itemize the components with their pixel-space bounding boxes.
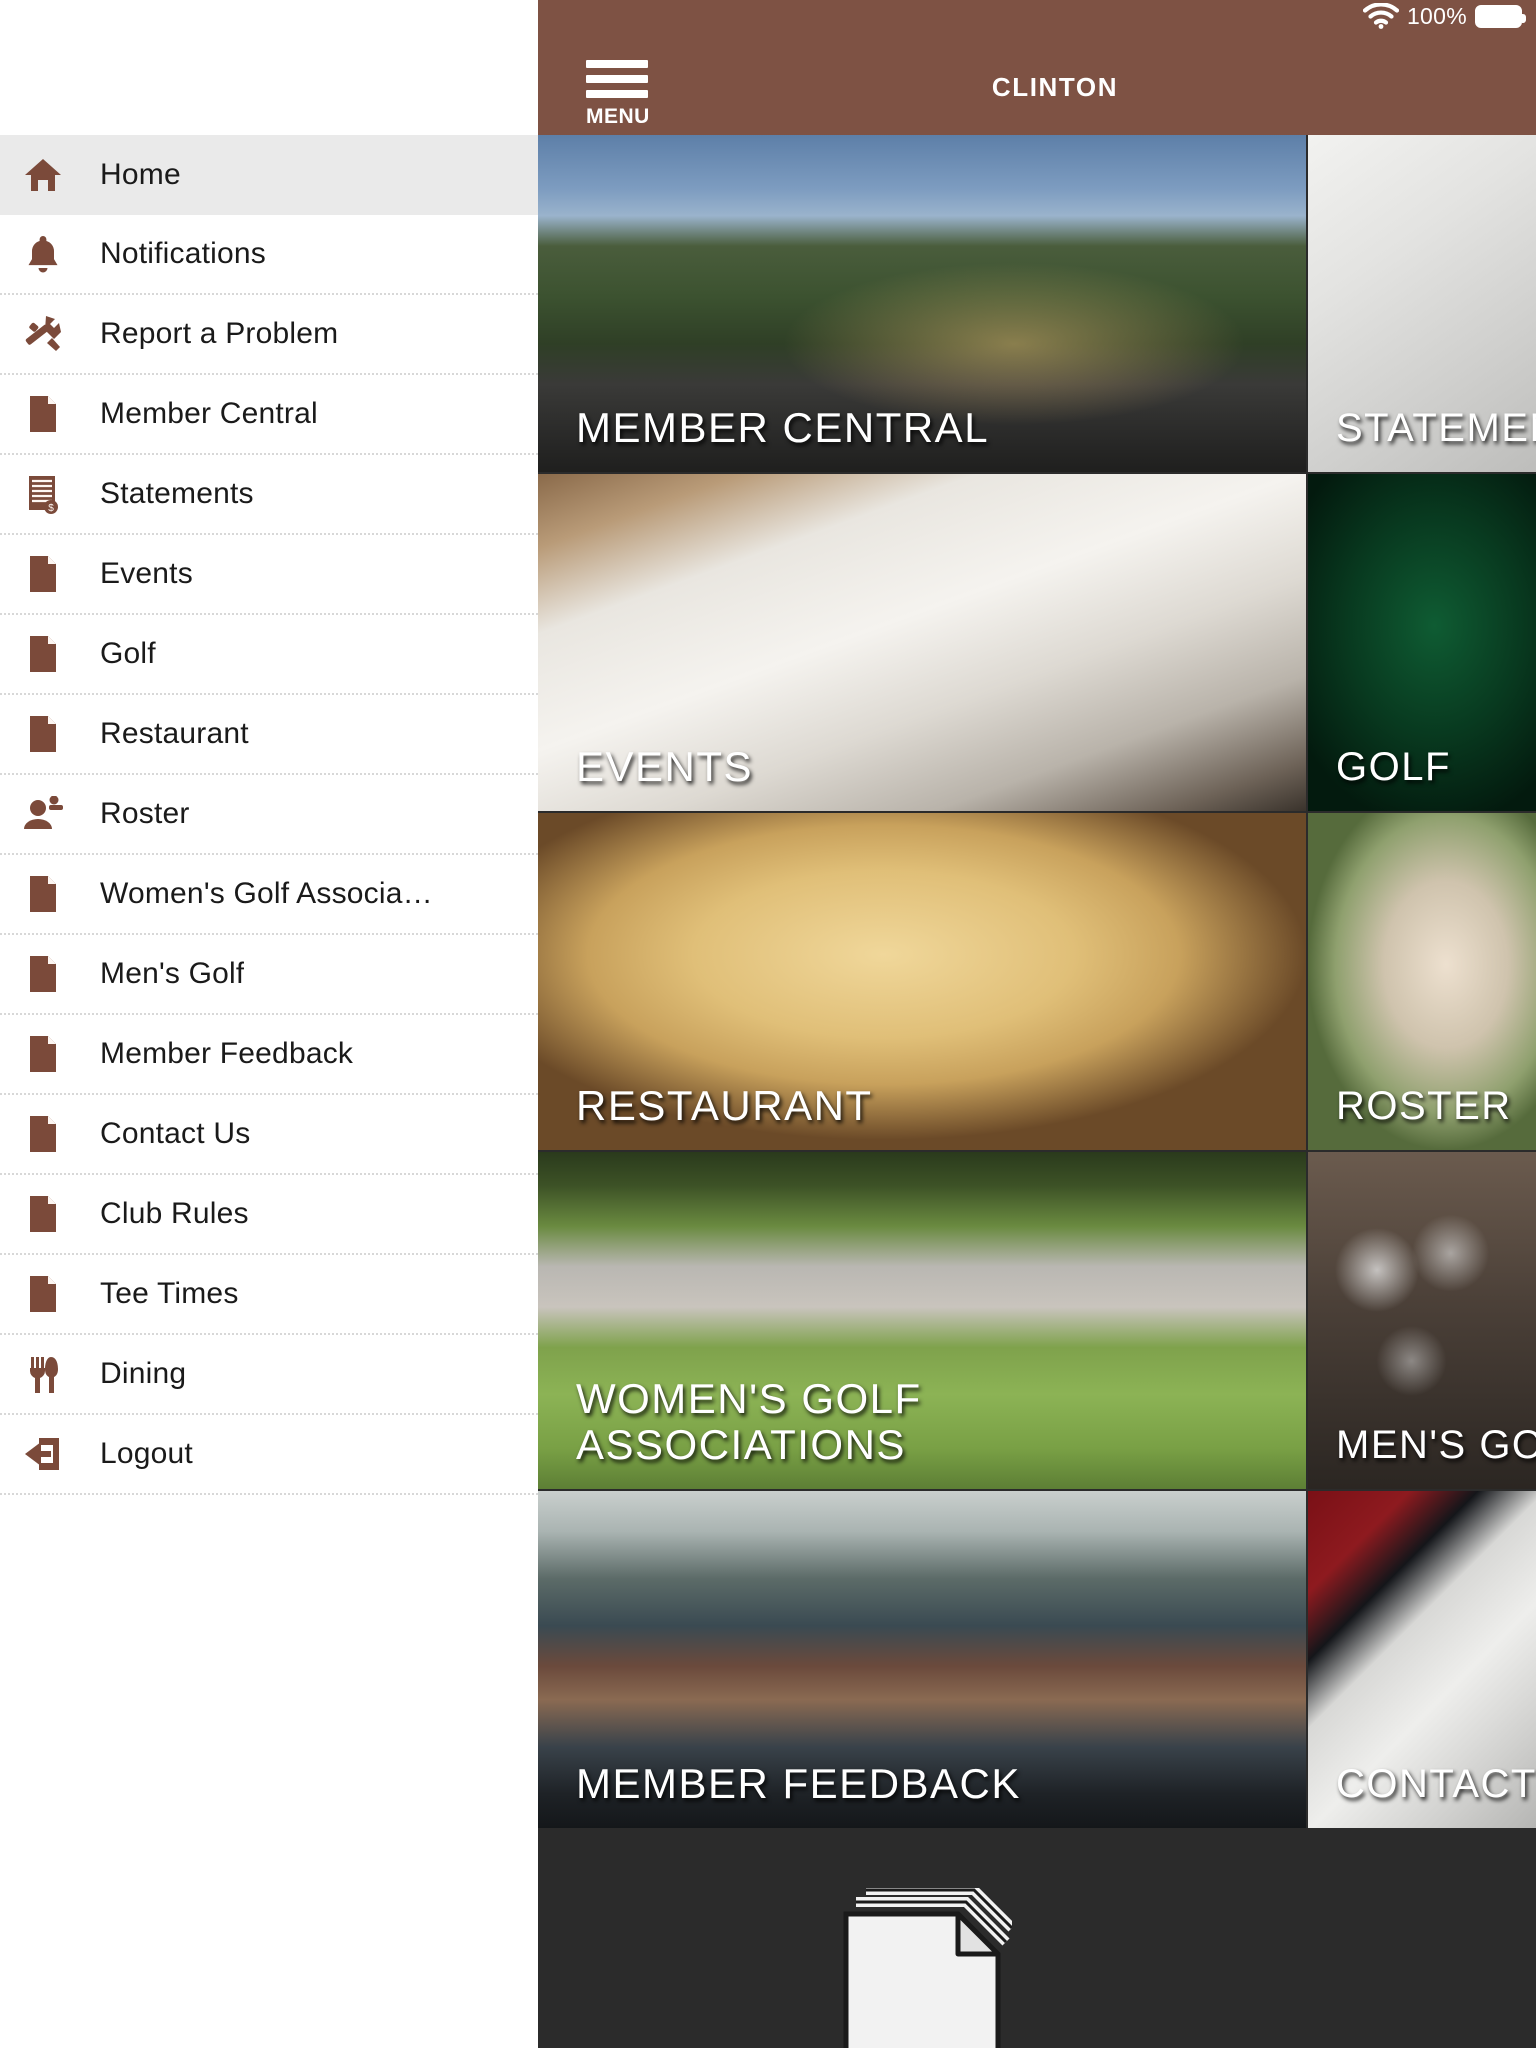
tile-label: MEMBER CENTRAL	[576, 403, 990, 451]
sidebar-item-home[interactable]: Home	[0, 135, 538, 215]
document-icon	[14, 1034, 72, 1074]
tile-contact-us[interactable]: CONTACT US	[1308, 1491, 1536, 1828]
tile-grid: MEMBER CENTRAL STATEMENTS EVENTS GOLF RE…	[538, 135, 1536, 1828]
sidebar-item-label: Restaurant	[100, 717, 249, 750]
sidebar-item-member-feedback[interactable]: Member Feedback	[0, 1015, 538, 1095]
menu-button-label: MENU	[586, 105, 650, 128]
sidebar-item-label: Golf	[100, 637, 156, 670]
sidebar-item-roster[interactable]: Roster	[0, 775, 538, 855]
sidebar-item-label: Men's Golf	[100, 957, 245, 990]
logout-icon	[14, 1436, 72, 1472]
sidebar-item-notifications[interactable]: Notifications	[0, 215, 538, 295]
sidebar-item-label: Women's Golf Associa…	[100, 877, 433, 910]
tile-label: ROSTER	[1336, 1083, 1512, 1128]
tile-statements[interactable]: STATEMENTS	[1308, 135, 1536, 472]
page-title: CLINTON	[991, 72, 1119, 102]
sidebar-item-label: Statements	[100, 477, 254, 510]
home-icon	[14, 156, 72, 194]
document-icon	[14, 1274, 72, 1314]
documents-stack-icon	[832, 1888, 1012, 2048]
sidebar-item-logout[interactable]: Logout	[0, 1415, 538, 1495]
tile-placeholder-left	[538, 1828, 1306, 2048]
app-root: 100% MENU CLINTON MEMBER CENTRAL STATEME…	[0, 0, 1536, 2048]
document-icon	[14, 554, 72, 594]
sidebar-item-label: Notifications	[100, 237, 267, 270]
sidebar-item-label: Logout	[100, 1437, 193, 1470]
sidebar-item-events[interactable]: Events	[0, 535, 538, 615]
tile-events[interactable]: EVENTS	[538, 474, 1306, 811]
app-header-bar: MENU CLINTON	[538, 32, 1536, 135]
sidebar-item-mens-golf[interactable]: Men's Golf	[0, 935, 538, 1015]
tile-label: GOLF	[1336, 744, 1451, 789]
tile-golf[interactable]: GOLF	[1308, 474, 1536, 811]
tools-icon	[14, 314, 72, 354]
sidebar-item-label: Member Central	[100, 397, 318, 430]
sidebar-item-club-rules[interactable]: Club Rules	[0, 1175, 538, 1255]
tile-womens-golf-associations[interactable]: WOMEN'S GOLF ASSOCIATIONS	[538, 1152, 1306, 1489]
sidebar-item-statements[interactable]: $ Statements	[0, 455, 538, 535]
tile-label: WOMEN'S GOLF ASSOCIATIONS	[576, 1375, 922, 1468]
document-icon	[14, 1114, 72, 1154]
sidebar-item-restaurant[interactable]: Restaurant	[0, 695, 538, 775]
sidebar-item-contact-us[interactable]: Contact Us	[0, 1095, 538, 1175]
sidebar-item-label: Report a Problem	[100, 317, 339, 350]
sidebar-item-label: Member Feedback	[100, 1037, 354, 1070]
sidebar-item-dining[interactable]: Dining	[0, 1335, 538, 1415]
status-bar: 100%	[538, 0, 1536, 32]
drawer-top-spacer	[0, 0, 538, 135]
tile-member-central[interactable]: MEMBER CENTRAL	[538, 135, 1306, 472]
sidebar-item-member-central[interactable]: Member Central	[0, 375, 538, 455]
sidebar-item-label: Club Rules	[100, 1197, 249, 1230]
navigation-drawer: Home Notifications Report a Problem Memb…	[0, 0, 538, 2048]
sidebar-item-label: Contact Us	[100, 1117, 251, 1150]
tile-mens-golf[interactable]: MEN'S GOLF	[1308, 1152, 1536, 1489]
hamburger-menu-icon-bar3	[586, 90, 648, 98]
document-icon	[14, 634, 72, 674]
sidebar-item-tee-times[interactable]: Tee Times	[0, 1255, 538, 1335]
battery-percent-label: 100%	[1406, 2, 1467, 29]
tile-placeholder-right	[1308, 1828, 1536, 2048]
statement-icon: $	[14, 474, 72, 514]
document-icon	[14, 394, 72, 434]
bell-icon	[14, 234, 72, 274]
sidebar-item-womens-golf-association[interactable]: Women's Golf Associa…	[0, 855, 538, 935]
tile-member-feedback[interactable]: MEMBER FEEDBACK	[538, 1491, 1306, 1828]
battery-full-icon	[1475, 4, 1526, 28]
sidebar-item-golf[interactable]: Golf	[0, 615, 538, 695]
tile-label: RESTAURANT	[576, 1081, 873, 1129]
tile-label: EVENTS	[576, 742, 754, 790]
tile-label: CONTACT US	[1336, 1761, 1536, 1806]
tile-label: MEN'S GOLF	[1336, 1422, 1536, 1467]
tile-roster[interactable]: ROSTER	[1308, 813, 1536, 1150]
sidebar-item-label: Dining	[100, 1357, 187, 1390]
document-icon	[14, 714, 72, 754]
sidebar-item-label: Roster	[100, 797, 190, 830]
tile-label: STATEMENTS	[1336, 405, 1536, 450]
document-icon	[14, 954, 72, 994]
sidebar-item-label: Tee Times	[100, 1277, 239, 1310]
wifi-icon	[1362, 3, 1399, 29]
sidebar-item-label: Events	[100, 557, 193, 590]
svg-text:$: $	[48, 503, 54, 514]
hamburger-menu-icon-bar2	[586, 75, 648, 83]
main-content-panel: 100% MENU CLINTON MEMBER CENTRAL STATEME…	[538, 0, 1536, 2048]
document-icon	[14, 1194, 72, 1234]
hamburger-menu-icon	[586, 60, 648, 68]
sidebar-item-label: Home	[100, 158, 181, 191]
hamburger-menu-button[interactable]: MENU	[586, 60, 650, 129]
tile-label: MEMBER FEEDBACK	[576, 1759, 1021, 1807]
document-icon	[14, 874, 72, 914]
cutlery-icon	[14, 1355, 72, 1393]
sidebar-item-report-a-problem[interactable]: Report a Problem	[0, 295, 538, 375]
person-add-icon	[14, 796, 72, 832]
tile-restaurant[interactable]: RESTAURANT	[538, 813, 1306, 1150]
tile-placeholder-region	[538, 1828, 1536, 2048]
